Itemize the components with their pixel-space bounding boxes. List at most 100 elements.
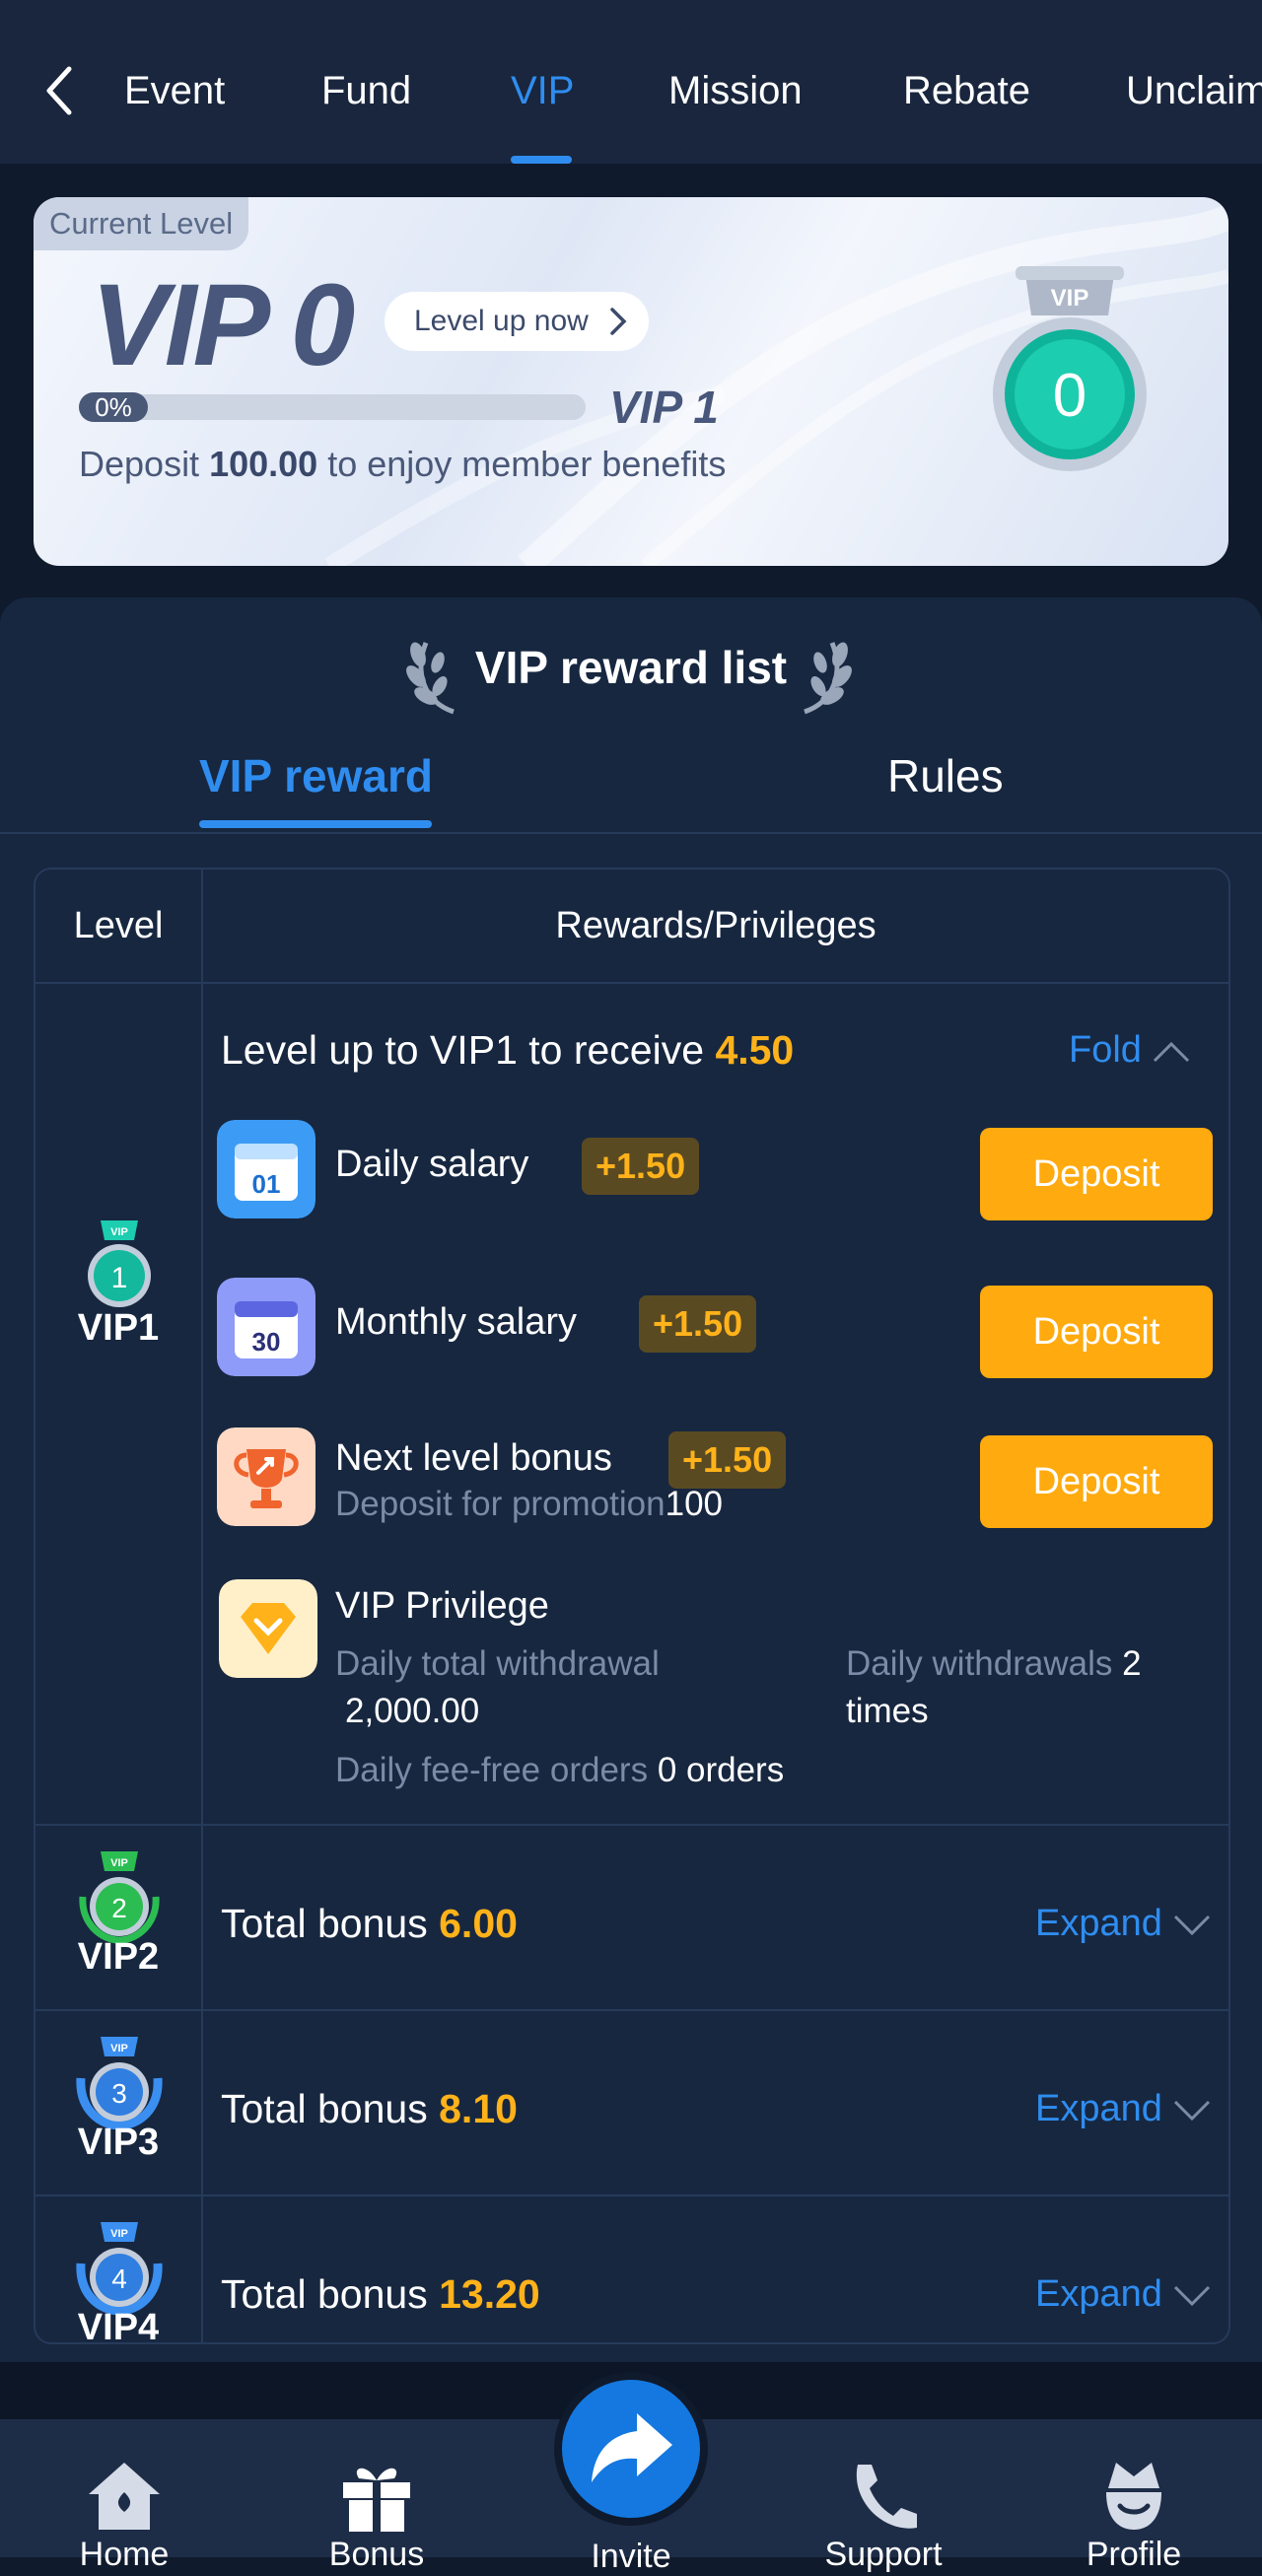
nav-invite-button[interactable] [554,2372,708,2526]
monthly-salary-label: Monthly salary [335,1301,577,1343]
svg-text:VIP: VIP [110,1857,128,1869]
chevron-down-icon [1173,2285,1210,2307]
vip3-medal-number: 3 [111,2078,127,2109]
nav-home-label: Home [79,2536,170,2573]
vip3-label: VIP3 [77,2122,160,2163]
vip1-title-amount: 4.50 [715,1027,795,1073]
daily-salary-bonus: +1.50 [582,1138,700,1195]
reward-list-title: VIP reward list [474,642,788,693]
vip4-total-bonus: Total bonus 13.20 [221,2271,540,2318]
vip-medal-icon: VIP 0 [993,266,1147,471]
fee-free-orders-text: Daily fee-free orders 0 orders [335,1751,784,1790]
nav-profile[interactable]: Profile [1035,2419,1232,2573]
top-tab-bar: Event Fund VIP Mission Rebate Unclaim [0,0,1262,164]
trophy-icon [217,1427,316,1526]
diamond-icon [219,1579,317,1678]
tab-mission[interactable]: Mission [668,69,803,113]
active-subtab-indicator [199,820,432,828]
fold-label: Fold [1069,1029,1142,1071]
nav-home[interactable]: Home [26,2419,223,2573]
phone-icon [856,2465,917,2529]
tab-rebate[interactable]: Rebate [903,69,1030,113]
vip1-title-prefix: Level up to VIP1 to receive [221,1027,705,1073]
fee-free-orders-value: 0 orders [657,1751,785,1789]
daily-salary-deposit-button[interactable]: Deposit [980,1128,1213,1220]
vip2-medal-icon: VIP 2 [79,1851,160,1944]
vip1-label: VIP1 [77,1307,160,1349]
fold-toggle[interactable]: Fold [1069,1029,1191,1072]
next-level-bonus-amount: +1.50 [668,1431,787,1489]
vip-reward-panel: VIP reward list VIP reward Rules Level R… [0,597,1262,2362]
vip1-medal-number: 1 [111,1262,128,1294]
vip2-bonus-prefix: Total bonus [221,1901,428,1946]
calendar-month-icon: 30 [217,1278,316,1376]
profile-icon [1106,2463,1161,2530]
calendar-day-icon: 01 [217,1120,316,1218]
fee-free-orders-label: Daily fee-free orders [335,1751,649,1789]
column-header-rewards: Rewards/Privileges [555,905,876,946]
divider [0,832,1262,834]
row-divider [35,982,1228,984]
nav-support-label: Support [824,2536,943,2573]
back-icon[interactable] [39,61,79,120]
daily-total-withdrawal-value: 2,000.00 [345,1692,480,1730]
chevron-right-icon [610,308,627,335]
column-divider [201,870,203,2342]
chevron-down-icon [1173,1915,1210,1936]
vip2-expand-toggle[interactable]: Expand [1035,1903,1212,1945]
tab-event[interactable]: Event [124,69,225,113]
vip3-medal-icon: VIP 3 [76,2037,163,2129]
current-level-card: Current Level VIP 0 Level up now 0% VIP … [34,197,1228,566]
current-level-tag: Current Level [34,197,249,250]
vip3-expand-toggle[interactable]: Expand [1035,2088,1212,2130]
svg-text:VIP: VIP [110,2228,128,2240]
expand-label: Expand [1035,2273,1162,2315]
tab-rules[interactable]: Rules [887,749,1004,802]
next-level-bonus-label: Next level bonus [335,1437,612,1479]
monthly-salary-deposit-button[interactable]: Deposit [980,1286,1213,1378]
expand-label: Expand [1035,1903,1162,1944]
nav-bonus[interactable]: Bonus [278,2419,475,2573]
deposit-hint-amount: 100.00 [209,444,318,484]
active-tab-indicator [511,156,572,164]
row-divider [35,2009,1228,2011]
vip4-medal-icon: VIP 4 [76,2222,163,2315]
promotion-deposit-text: Deposit for promotion100 [335,1485,723,1524]
next-level-deposit-button[interactable]: Deposit [980,1435,1213,1528]
home-icon [89,2463,160,2530]
level-up-label: Level up now [414,305,589,337]
chevron-up-icon [1153,1041,1189,1063]
monthly-salary-bonus: +1.50 [639,1295,757,1353]
nav-bonus-label: Bonus [328,2536,425,2573]
nav-profile-label: Profile [1086,2536,1182,2573]
deposit-hint: Deposit 100.00 to enjoy member benefits [79,444,726,485]
column-header-level: Level [73,905,164,946]
medal-tag-text: VIP [1051,285,1089,312]
next-vip-level: VIP 1 [609,382,719,433]
laurel-right-icon [804,642,852,715]
daily-withdrawals-value: 2 [1122,1644,1142,1683]
vip4-medal-number: 4 [111,2263,127,2294]
vip2-label: VIP2 [77,1936,160,1978]
row-divider [35,1824,1228,1826]
deposit-hint-prefix: Deposit [79,444,200,484]
tab-vip-reward[interactable]: VIP reward [199,749,433,802]
svg-text:VIP: VIP [110,1226,128,1238]
vip4-label: VIP4 [77,2307,160,2344]
vip4-bonus-amount: 13.20 [439,2271,540,2317]
vip4-expand-toggle[interactable]: Expand [1035,2273,1212,2316]
nav-support[interactable]: Support [785,2419,982,2573]
vip4-bonus-prefix: Total bonus [221,2271,428,2317]
chevron-down-icon [1173,2100,1210,2122]
level-up-button[interactable]: Level up now [385,292,649,351]
vip1-title: Level up to VIP1 to receive 4.50 [221,1027,794,1074]
daily-withdrawals-text: Daily withdrawals 2 [846,1644,1142,1684]
promotion-deposit-label: Deposit for promotion [335,1485,666,1523]
tab-vip[interactable]: VIP [511,69,574,113]
promotion-deposit-value: 100 [665,1485,724,1523]
row-divider [35,2194,1228,2196]
medal-number: 0 [1053,362,1087,430]
tab-unclaimed[interactable]: Unclaim [1126,69,1262,113]
tab-fund[interactable]: Fund [321,69,411,113]
vip3-bonus-amount: 8.10 [439,2086,518,2131]
